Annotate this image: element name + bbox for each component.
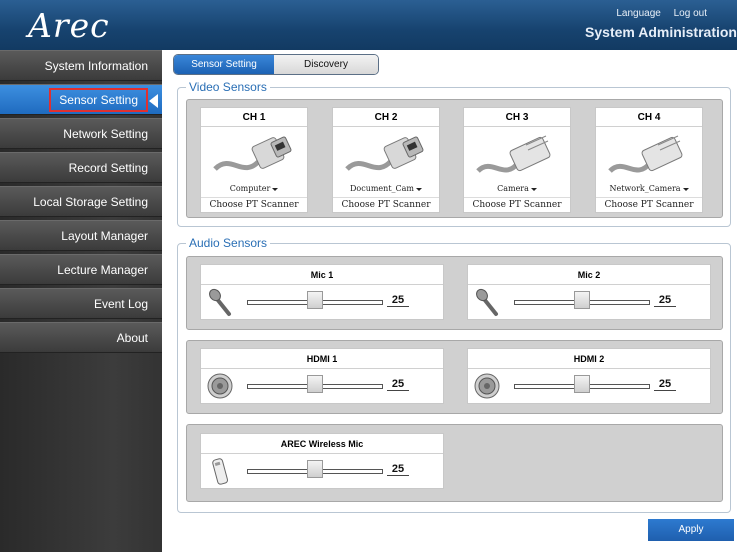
audio-card-hdmi1: HDMI 1 25	[200, 348, 444, 404]
sidebar-item-lecture-manager[interactable]: Lecture Manager	[0, 254, 162, 285]
logout-link[interactable]: Log out	[674, 8, 707, 19]
sidebar-item-label: Sensor Setting	[49, 88, 148, 112]
volume-value: 25	[387, 463, 409, 476]
sidebar-item-network-setting[interactable]: Network Setting	[0, 118, 162, 149]
choose-pt-scanner-link[interactable]: Choose PT Scanner	[464, 197, 570, 210]
microphone-icon	[476, 288, 498, 316]
source-select[interactable]: Computer	[201, 184, 307, 193]
header-bar: Arec Language Log out System Administrat…	[0, 0, 737, 50]
source-select[interactable]: Network_Camera	[596, 184, 702, 193]
source-label: Network_Camera	[609, 184, 681, 193]
header-links: Language Log out	[606, 8, 707, 19]
sidebar-item-label: Network Setting	[63, 127, 148, 141]
speaker-icon	[474, 373, 500, 399]
choose-pt-scanner-link[interactable]: Choose PT Scanner	[333, 197, 439, 210]
sidebar-item-label: Layout Manager	[61, 229, 148, 243]
audio-card-mic2: Mic 2 25	[467, 264, 711, 320]
sidebar-item-label: System Information	[44, 59, 148, 73]
sidebar-item-local-storage-setting[interactable]: Local Storage Setting	[0, 186, 162, 217]
language-link[interactable]: Language	[616, 8, 661, 19]
arec-logo: Arec	[28, 6, 110, 45]
app-root: Arec Language Log out System Administrat…	[0, 0, 737, 552]
sidebar-item-system-information[interactable]: System Information	[0, 50, 162, 81]
volume-slider-thumb[interactable]	[574, 291, 590, 309]
sidebar-item-layout-manager[interactable]: Layout Manager	[0, 220, 162, 251]
source-select[interactable]: Camera	[464, 184, 570, 193]
tab-sensor-setting[interactable]: Sensor Setting	[174, 55, 274, 74]
audio-title: AREC Wireless Mic	[201, 434, 443, 454]
channel-card-ch1: CH 1 Computer Choose PT Scanner	[200, 107, 308, 213]
channel-title: CH 4	[596, 108, 702, 127]
chevron-down-icon	[272, 187, 279, 191]
volume-slider-thumb[interactable]	[574, 375, 590, 393]
source-label: Camera	[497, 184, 529, 193]
sidebar-item-record-setting[interactable]: Record Setting	[0, 152, 162, 183]
volume-slider-thumb[interactable]	[307, 291, 323, 309]
active-indicator-icon	[149, 94, 158, 108]
video-sensors-title: Video Sensors	[186, 80, 270, 94]
audio-title: Mic 2	[468, 265, 710, 285]
sidebar-item-label: Local Storage Setting	[33, 195, 148, 209]
microphone-icon	[209, 288, 231, 316]
chevron-down-icon	[530, 187, 537, 191]
channel-card-ch3: CH 3 Camera Choose PT Scanner	[463, 107, 571, 213]
sidebar: System Information Sensor Setting Networ…	[0, 50, 162, 552]
source-label: Document_Cam	[349, 184, 415, 193]
chevron-down-icon	[416, 187, 423, 191]
hdmi-plug-icon	[213, 136, 292, 171]
wireless-mic-icon	[212, 458, 229, 485]
audio-card-hdmi2: HDMI 2 25	[467, 348, 711, 404]
sidebar-item-label: Event Log	[93, 297, 148, 311]
source-select[interactable]: Document_Cam	[333, 184, 439, 193]
sidebar-item-label: About	[116, 331, 148, 345]
audio-title: HDMI 1	[201, 349, 443, 369]
source-label: Computer	[229, 184, 271, 193]
choose-pt-scanner-link[interactable]: Choose PT Scanner	[596, 197, 702, 210]
audio-sensors-title: Audio Sensors	[186, 236, 271, 250]
audio-card-wireless-mic: AREC Wireless Mic 25	[200, 433, 444, 489]
sidebar-item-event-log[interactable]: Event Log	[0, 288, 162, 319]
channel-card-ch2: CH 2 Document_Cam Choose PT Scanner	[332, 107, 440, 213]
hdmi-plug-icon	[345, 136, 424, 171]
sidebar-item-label: Record Setting	[68, 161, 148, 175]
volume-value: 25	[654, 378, 676, 391]
choose-pt-scanner-link[interactable]: Choose PT Scanner	[201, 197, 307, 210]
channel-title: CH 2	[333, 108, 439, 127]
audio-title: HDMI 2	[468, 349, 710, 369]
tab-bar: Sensor Setting Discovery	[173, 54, 379, 75]
sidebar-item-label: Lecture Manager	[57, 263, 148, 277]
audio-card-mic1: Mic 1 25	[200, 264, 444, 320]
channel-title: CH 1	[201, 108, 307, 127]
ethernet-plug-icon	[608, 135, 683, 173]
sidebar-item-about[interactable]: About	[0, 322, 162, 353]
speaker-icon	[207, 373, 233, 399]
channel-card-ch4: CH 4 Network_Camera Choose PT Scanner	[595, 107, 703, 213]
volume-value: 25	[387, 294, 409, 307]
chevron-down-icon	[682, 187, 689, 191]
tab-discovery[interactable]: Discovery	[274, 55, 378, 74]
volume-slider-thumb[interactable]	[307, 460, 323, 478]
sidebar-item-sensor-setting[interactable]: Sensor Setting	[0, 84, 162, 115]
apply-button[interactable]: Apply	[648, 519, 734, 541]
volume-value: 25	[654, 294, 676, 307]
audio-title: Mic 1	[201, 265, 443, 285]
volume-value: 25	[387, 378, 409, 391]
page-title: System Administration	[585, 24, 737, 40]
channel-title: CH 3	[464, 108, 570, 127]
ethernet-plug-icon	[476, 135, 551, 173]
volume-slider-thumb[interactable]	[307, 375, 323, 393]
